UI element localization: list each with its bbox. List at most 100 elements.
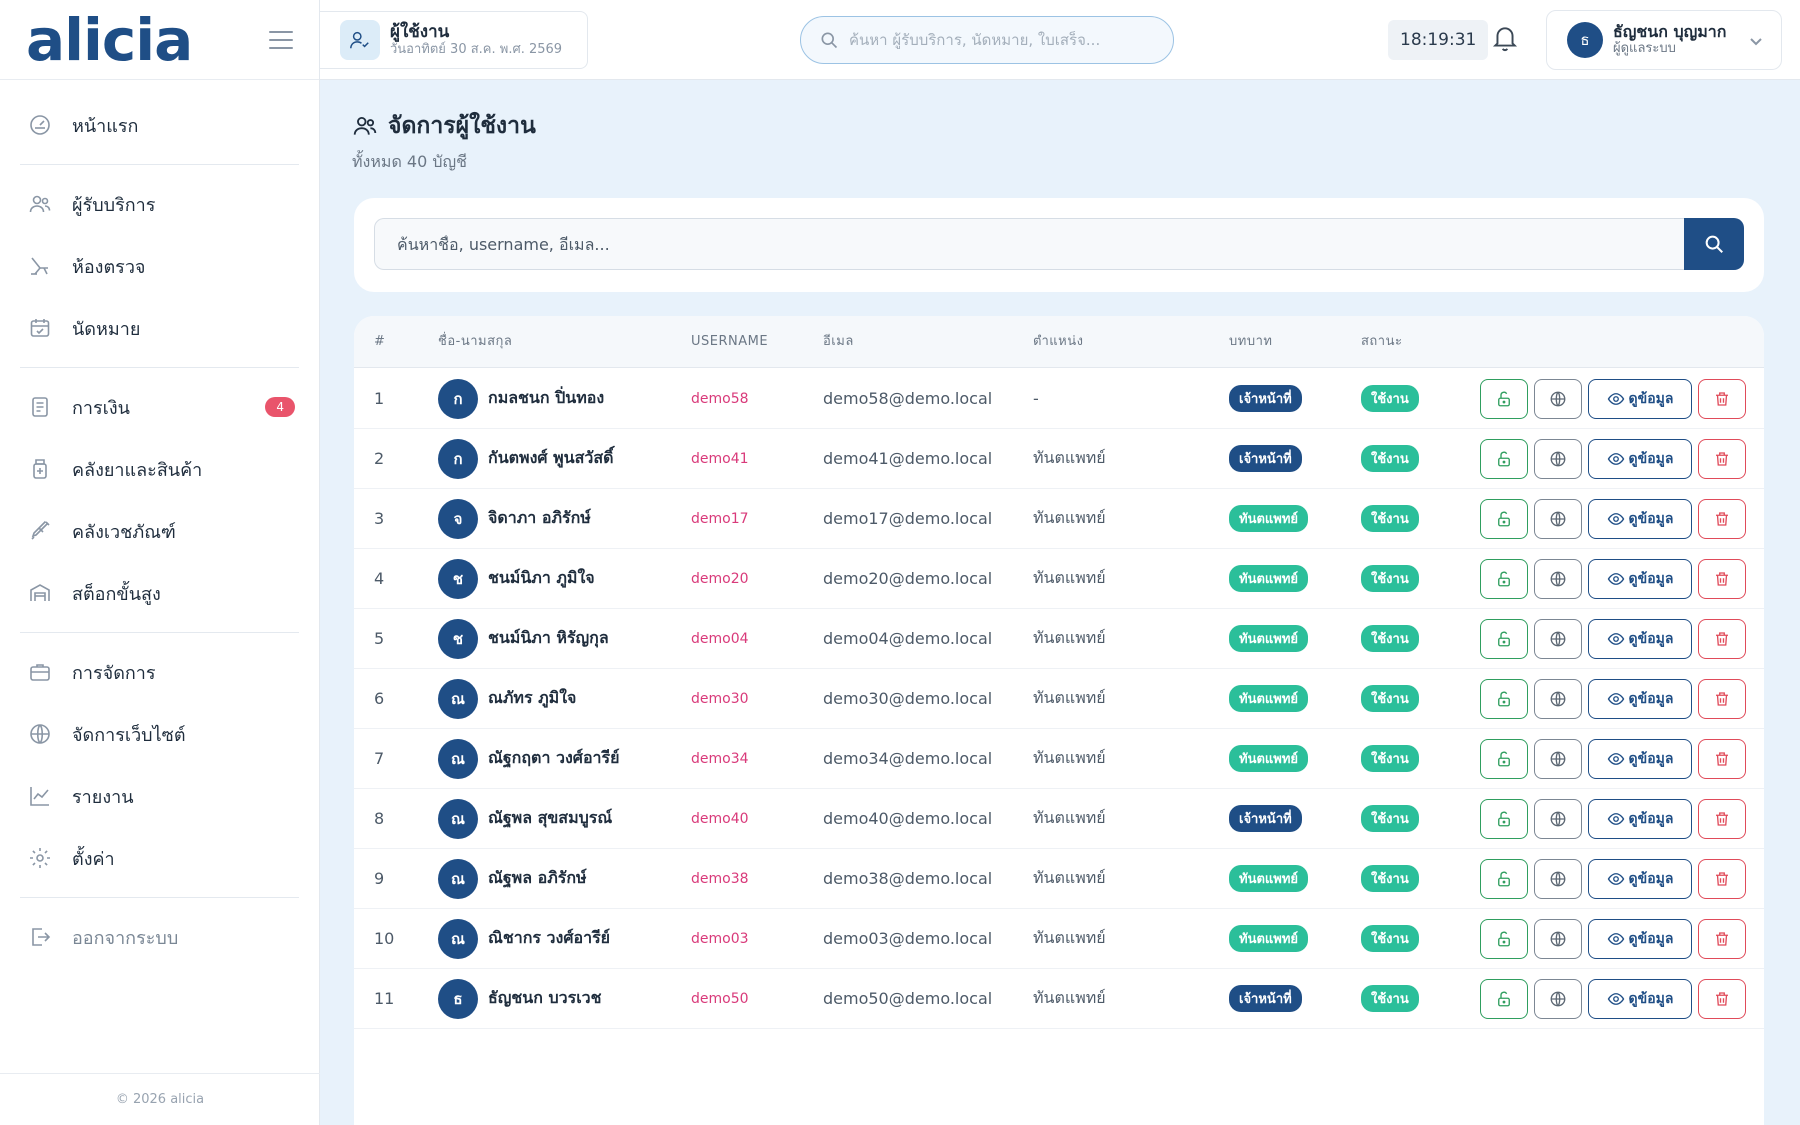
role-cell: ทันตแพทย์ (1229, 669, 1309, 728)
status-badge: ใช้งาน (1361, 685, 1419, 712)
table-row: 1 ก กมลชนก ปิ่นทอง demo58 demo58@demo.lo… (354, 369, 1764, 429)
globe-icon (1550, 871, 1566, 886)
unlock-icon (1498, 811, 1510, 826)
trash-icon (1716, 511, 1728, 526)
view-details-label: ดูข้อมูล (1628, 930, 1674, 947)
row-number: 4 (374, 569, 385, 588)
view-details-button[interactable]: ดูข้อมูล (1588, 978, 1692, 1019)
trash-icon (1716, 631, 1728, 646)
app-logo[interactable]: alicia (26, 11, 193, 69)
web-access-button[interactable] (1534, 498, 1582, 539)
eye-icon (1607, 572, 1624, 585)
delete-button[interactable] (1698, 798, 1746, 839)
role-badge: ทันตแพทย์ (1229, 625, 1309, 652)
email: demo20@demo.local (823, 569, 993, 588)
sidebar-item-reports[interactable]: รายงาน (0, 765, 319, 827)
web-access-button[interactable] (1534, 558, 1582, 599)
table-row: 5 ช ชนม์นิภา หิรัญกุล demo04 demo04@demo… (354, 609, 1764, 669)
delete-button[interactable] (1698, 918, 1746, 959)
web-access-button[interactable] (1534, 738, 1582, 779)
search-button[interactable] (1684, 218, 1744, 270)
sidebar-item-label: ห้องตรวจ (72, 256, 146, 278)
view-details-button[interactable]: ดูข้อมูล (1588, 438, 1692, 479)
row-number: 6 (374, 689, 385, 708)
unlock-button[interactable] (1480, 738, 1528, 779)
view-details-button[interactable]: ดูข้อมูล (1588, 678, 1692, 719)
sidebar-item-home[interactable]: หน้าแรก (0, 94, 319, 156)
view-details-button[interactable]: ดูข้อมูล (1588, 378, 1692, 419)
delete-button[interactable] (1698, 378, 1746, 419)
menu-toggle-icon[interactable] (269, 30, 293, 49)
sidebar-item-settings[interactable]: ตั้งค่า (0, 827, 319, 889)
user-search-input[interactable] (397, 234, 1597, 254)
notification-bell-icon[interactable] (1492, 24, 1522, 54)
status-badge: ใช้งาน (1361, 805, 1419, 832)
trash-icon (1716, 931, 1728, 946)
view-details-button[interactable]: ดูข้อมูล (1588, 618, 1692, 659)
unlock-button[interactable] (1480, 918, 1528, 959)
globe-icon (1550, 451, 1566, 466)
users-table: # ชื่อ-นามสกุล USERNAME อีเมล ตำแหน่ง บท… (354, 316, 1764, 1125)
calendar-check-icon (28, 316, 52, 340)
table-row: 10 ณ ณิชากร วงศ์อารีย์ demo03 demo03@dem… (354, 909, 1764, 969)
role-cell: เจ้าหน้าที่ (1229, 369, 1302, 428)
email: demo04@demo.local (823, 629, 993, 648)
sidebar-item-management[interactable]: การจัดการ (0, 641, 319, 703)
sidebar-item-medical-supplies[interactable]: คลังเวชภัณฑ์ (0, 500, 319, 562)
web-access-button[interactable] (1534, 918, 1582, 959)
status-badge: ใช้งาน (1361, 565, 1419, 592)
role-cell: เจ้าหน้าที่ (1229, 429, 1302, 488)
web-access-button[interactable] (1534, 618, 1582, 659)
briefcase-icon (28, 660, 52, 684)
view-details-button[interactable]: ดูข้อมูล (1588, 738, 1692, 779)
user-name-cell: ณ ณิชากร วงศ์อารีย์ (438, 909, 610, 968)
view-details-button[interactable]: ดูข้อมูล (1588, 798, 1692, 839)
status-badge: ใช้งาน (1361, 925, 1419, 952)
view-details-button[interactable]: ดูข้อมูล (1588, 918, 1692, 959)
sidebar-item-finance[interactable]: การเงิน 4 (0, 376, 319, 438)
status-cell: ใช้งาน (1361, 549, 1419, 608)
web-access-button[interactable] (1534, 978, 1582, 1019)
web-access-button[interactable] (1534, 678, 1582, 719)
sidebar-item-label: นัดหมาย (72, 318, 141, 340)
web-access-button[interactable] (1534, 378, 1582, 419)
avatar: ธ (1567, 22, 1603, 58)
sidebar-item-logout[interactable]: ออกจากระบบ (0, 906, 319, 968)
delete-button[interactable] (1698, 618, 1746, 659)
position: ทันตแพทย์ (1033, 568, 1106, 587)
delete-button[interactable] (1698, 498, 1746, 539)
view-details-button[interactable]: ดูข้อมูล (1588, 858, 1692, 899)
unlock-button[interactable] (1480, 558, 1528, 599)
status-cell: ใช้งาน (1361, 369, 1419, 428)
web-access-button[interactable] (1534, 858, 1582, 899)
sidebar-item-advanced-stock[interactable]: สต็อกขั้นสูง (0, 562, 319, 624)
sidebar-item-appointments[interactable]: นัดหมาย (0, 297, 319, 359)
view-details-button[interactable]: ดูข้อมูล (1588, 498, 1692, 539)
delete-button[interactable] (1698, 558, 1746, 599)
col-header-num: # (374, 334, 386, 349)
unlock-button[interactable] (1480, 678, 1528, 719)
sidebar-item-exam-room[interactable]: ห้องตรวจ (0, 235, 319, 297)
sidebar-item-pharmacy[interactable]: คลังยาและสินค้า (0, 438, 319, 500)
unlock-button[interactable] (1480, 438, 1528, 479)
delete-button[interactable] (1698, 738, 1746, 779)
view-details-button[interactable]: ดูข้อมูล (1588, 558, 1692, 599)
user-menu[interactable]: ธ ธัญชนก บุญมาก ผู้ดูแลระบบ (1546, 10, 1782, 70)
delete-button[interactable] (1698, 858, 1746, 899)
delete-button[interactable] (1698, 438, 1746, 479)
unlock-button[interactable] (1480, 858, 1528, 899)
web-access-button[interactable] (1534, 798, 1582, 839)
delete-button[interactable] (1698, 678, 1746, 719)
unlock-button[interactable] (1480, 978, 1528, 1019)
email: demo17@demo.local (823, 509, 993, 528)
delete-button[interactable] (1698, 978, 1746, 1019)
sidebar-item-patients[interactable]: ผู้รับบริการ (0, 173, 319, 235)
global-search-input[interactable] (849, 31, 1149, 49)
web-access-button[interactable] (1534, 438, 1582, 479)
unlock-button[interactable] (1480, 798, 1528, 839)
unlock-button[interactable] (1480, 378, 1528, 419)
unlock-button[interactable] (1480, 618, 1528, 659)
sidebar-item-website[interactable]: จัดการเว็บไซต์ (0, 703, 319, 765)
global-search (800, 16, 1174, 64)
unlock-button[interactable] (1480, 498, 1528, 539)
